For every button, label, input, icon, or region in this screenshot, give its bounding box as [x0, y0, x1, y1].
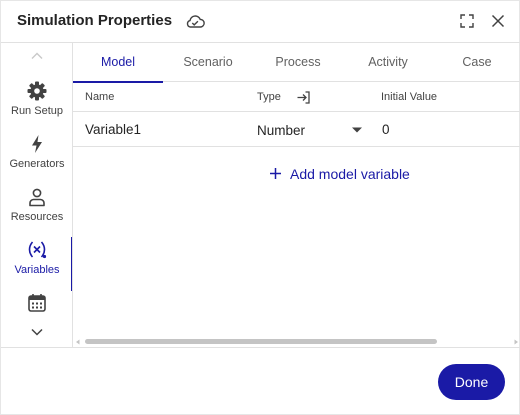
type-dropdown[interactable]: Number	[253, 117, 369, 143]
nav-label-variables: Variables	[14, 264, 60, 276]
tab-activity[interactable]: Activity	[343, 43, 433, 82]
gear-icon	[27, 81, 47, 101]
tab-model[interactable]: Model	[73, 43, 163, 83]
person-icon	[29, 188, 45, 207]
column-header-type: Type	[257, 91, 281, 103]
chevron-down-icon[interactable]	[30, 327, 44, 337]
nav-item-resources[interactable]: Resources	[1, 184, 72, 236]
dialog-title: Simulation Properties	[17, 12, 173, 29]
nav-label-run-setup: Run Setup	[11, 105, 63, 117]
nav-item-generators[interactable]: Generators	[1, 131, 72, 183]
scrollbar-thumb[interactable]	[85, 339, 437, 344]
caret-down-icon	[352, 127, 362, 133]
nav-label-generators: Generators	[9, 158, 65, 170]
initial-value-cell[interactable]: 0	[382, 122, 390, 137]
add-model-variable-label: Add model variable	[290, 166, 410, 182]
nav-item-calendar[interactable]	[1, 290, 72, 321]
simulation-properties-dialog: Simulation Properties Run Setup Generato…	[0, 0, 520, 415]
plus-icon	[270, 168, 281, 179]
nav-label-resources: Resources	[10, 211, 64, 223]
scroll-right-arrow-icon[interactable]	[513, 339, 519, 345]
tab-scenario[interactable]: Scenario	[163, 43, 253, 82]
nav-overflow-clip	[1, 290, 72, 321]
tab-case[interactable]: Case	[433, 43, 520, 82]
tab-bar: Model Scenario Process Activity Case	[73, 43, 520, 83]
dialog-header: Simulation Properties	[1, 1, 520, 43]
variable-icon	[28, 241, 47, 259]
scroll-left-arrow-icon[interactable]	[75, 339, 81, 345]
type-dropdown-value: Number	[257, 123, 306, 138]
type-filter-icon[interactable]	[296, 90, 311, 105]
horizontal-scrollbar[interactable]	[73, 337, 520, 347]
expand-icon[interactable]	[459, 13, 475, 29]
variable-name-cell[interactable]: Variable1	[85, 122, 141, 137]
column-header-initial-value: Initial Value	[381, 91, 438, 103]
table-header: Name Type Initial Value	[73, 82, 520, 112]
lightning-icon	[32, 135, 42, 153]
footer-divider	[1, 347, 520, 348]
nav-item-run-setup[interactable]: Run Setup	[1, 78, 72, 130]
column-header-name: Name	[85, 91, 115, 103]
done-button[interactable]: Done	[438, 364, 505, 400]
add-model-variable-button[interactable]: Add model variable	[269, 166, 410, 186]
calendar-icon	[28, 294, 46, 312]
close-icon[interactable]	[490, 13, 506, 29]
nav-item-variables[interactable]: Variables	[1, 237, 72, 291]
tab-process[interactable]: Process	[253, 43, 343, 82]
chevron-up-icon	[31, 52, 43, 59]
left-navigation: Run Setup Generators Resources Variables	[1, 43, 73, 347]
table-row: Variable1 Number 0	[73, 113, 520, 147]
cloud-icon	[186, 15, 205, 28]
